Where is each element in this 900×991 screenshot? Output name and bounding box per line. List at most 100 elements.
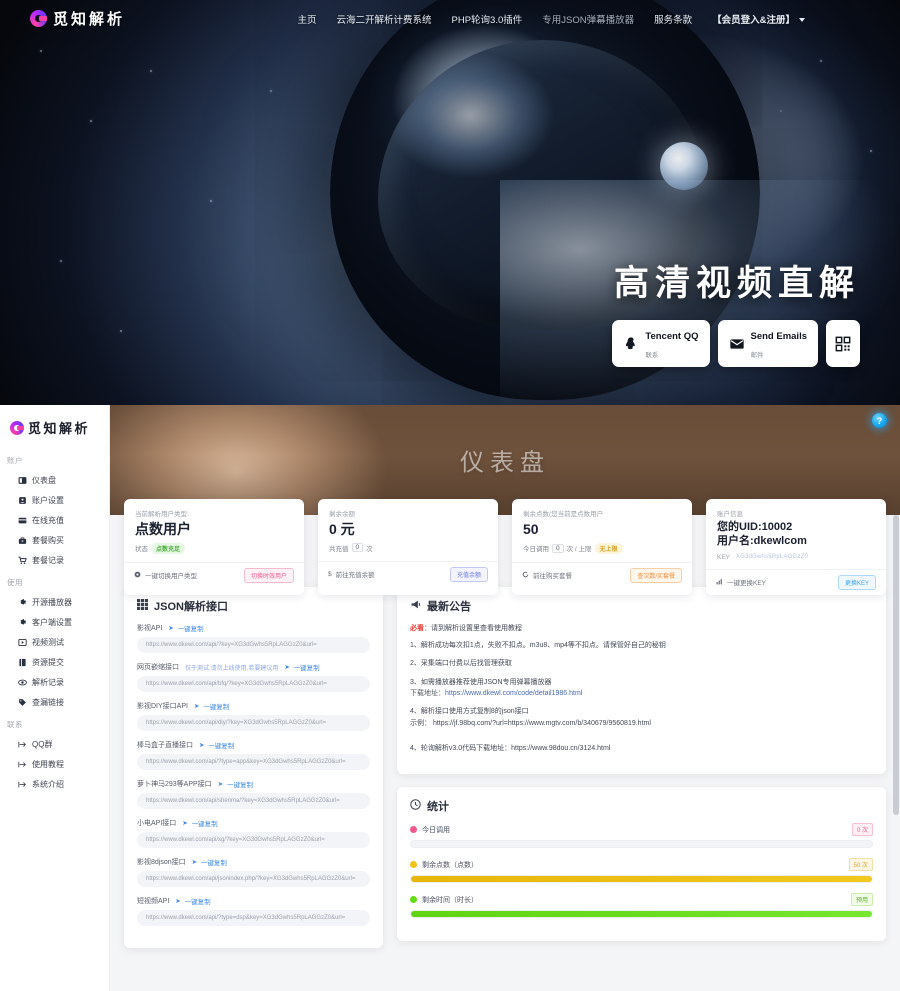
card-balance-body: 剩余余额 0 元 共充值 0 次 (318, 499, 498, 561)
change-key-button[interactable]: 更换KEY (837, 574, 876, 590)
gear-icon (18, 598, 27, 607)
logo-icon (10, 420, 24, 435)
site-brand[interactable]: 觅知解析 (30, 8, 125, 29)
copy-button[interactable]: ➤ 一键复制 (284, 662, 319, 672)
arrow-right-icon (18, 780, 27, 789)
stat-row-remaining-points: 剩余点数（点数） 50 次 (410, 858, 873, 884)
gear-icon (18, 618, 27, 627)
stat-dot-icon (410, 826, 417, 834)
card-foot-left[interactable]: 前往购买套餐 (522, 570, 572, 580)
sidebar-item-account-settings[interactable]: 账户设置 (0, 490, 109, 510)
logo-icon (30, 10, 47, 27)
nav-item-login-register[interactable]: 【会员登入&注册】 (712, 12, 805, 26)
recharge-balance-button[interactable]: 充值余额 (449, 566, 488, 582)
json-panel-body: 影视API ➤ 一键复制 https://www.dkewl.com/api/?… (124, 623, 383, 948)
api-url-field[interactable]: https://www.dkewl.com/api/?type=app&key=… (137, 754, 370, 770)
download-label: 下载地址： (410, 689, 445, 697)
scrollbar-thumb[interactable] (893, 515, 899, 815)
copy-button[interactable]: ➤ 一键复制 (168, 623, 203, 633)
api-url-field[interactable]: https://www.dkewl.com/api/jsonindex.php/… (137, 871, 370, 887)
api-url-field[interactable]: https://www.dkewl.com/api/?type=dsp&key=… (137, 910, 370, 926)
send-emails-text: Send Emails 邮件 (751, 326, 808, 361)
announcement-item: 2、采集端口付费以后找管理获取 (410, 660, 512, 668)
sidebar-item-parse-records[interactable]: 解析记录 (0, 672, 109, 692)
card-account-info-body: 账户信息 您的UID:10002 用户名:dkewlcom KEY XG3dGw… (706, 499, 886, 569)
sidebar-item-dashboard[interactable]: 仪表盘 (0, 470, 109, 490)
copy-button[interactable]: ➤ 一键复制 (192, 857, 227, 867)
stat-name: 剩余时间（时长） (422, 896, 478, 904)
vertical-scrollbar[interactable] (893, 405, 899, 991)
json-api-panel: JSON解析接口 影视API ➤ 一键复制 https://www.dkewl.… (124, 587, 383, 948)
buy-package-button[interactable]: 查次数/买套餐 (630, 567, 682, 583)
sidebar-item-qq-group[interactable]: QQ群 (0, 734, 109, 754)
stat-top: 今日调用 0 次 (410, 823, 873, 837)
card-balance-footer: $ 前往充值余额 充值余额 (318, 560, 498, 587)
mail-icon (729, 336, 745, 352)
nav-login-label: 【会员登入&注册】 (712, 14, 795, 26)
api-name: 网页嵌缩接口 (137, 664, 179, 671)
sidebar-item-client-settings[interactable]: 客户端设置 (0, 612, 109, 632)
sidebar-item-label: 套餐购买 (32, 535, 64, 545)
play-icon (18, 638, 27, 647)
sidebar-item-open-source-player[interactable]: 开源播放器 (0, 592, 109, 612)
copy-label: 一键复制 (191, 821, 218, 828)
copy-button[interactable]: ➤ 一键复制 (218, 779, 253, 789)
card-label: 账户信息 (717, 511, 743, 518)
sidebar-item-resource-submit[interactable]: 资源提交 (0, 652, 109, 672)
stat-bar-track (410, 840, 873, 849)
sidebar-item-check-link[interactable]: 查漏链接 (0, 692, 109, 712)
api-row: 影视DIY接口API ➤ 一键复制 https://www.dkewl.com/… (137, 701, 370, 731)
sidebar-item-video-test[interactable]: 视频测试 (0, 632, 109, 652)
today-calls: 0 (552, 543, 564, 553)
copy-button[interactable]: ➤ 一键复制 (175, 896, 210, 906)
nav-item-php-plugin[interactable]: PHP轮询3.0插件 (452, 12, 523, 26)
stat-row-today-calls: 今日调用 0 次 (410, 823, 873, 849)
statistics-header: 统计 (397, 787, 886, 823)
api-url-field[interactable]: https://www.dkewl.com/api/bfq/?key=XG3dG… (137, 676, 370, 692)
stat-row-remaining-time: 剩余时间（时长） 预用 (410, 893, 873, 919)
tencent-qq-subtitle: 联系 (645, 351, 659, 359)
sidebar-item-package-purchase[interactable]: 套餐购买 (0, 530, 109, 550)
nav-item-json-player[interactable]: 专用JSON弹幕播放器 (542, 12, 634, 26)
user-card-icon (18, 496, 27, 505)
sidebar-brand[interactable]: 觅知解析 (0, 415, 109, 448)
api-label-row: 影视8djson接口 ➤ 一键复制 (137, 857, 370, 867)
api-row: 短视频API ➤ 一键复制 https://www.dkewl.com/api/… (137, 896, 370, 926)
copy-button[interactable]: ➤ 一键复制 (182, 818, 217, 828)
switch-user-type-button[interactable]: 切换时效用户 (243, 567, 294, 583)
clock-icon (410, 799, 421, 813)
card-sub-prefix: 今日调用 (523, 546, 549, 553)
card-foot-left[interactable]: 一键更换KEY (716, 577, 766, 587)
hero-copy: 高清视频直解 Tencent QQ 联系 Send Emails 邮件 (612, 255, 860, 367)
sidebar-item-package-records[interactable]: 套餐记录 (0, 550, 109, 570)
api-url-field[interactable]: https://www.dkewl.com/api/shenma/?key=XG… (137, 793, 370, 809)
api-url-field[interactable]: https://www.dkewl.com/api/diy/?key=XG3dG… (137, 715, 370, 731)
announcement-item-sub: 下载地址：https://www.dkewl.com/code/detail19… (410, 688, 873, 699)
announcement-item: 3、如需播放器推荐使用JSON专用弹幕播放器 下载地址：https://www.… (410, 677, 873, 700)
stat-badge: 预用 (850, 893, 873, 907)
sidebar-item-usage-tutorial[interactable]: 使用教程 (0, 754, 109, 774)
card-foot-left[interactable]: 一键切换用户类型 (134, 570, 197, 580)
api-url-field[interactable]: https://www.dkewl.com/api/xg/?key=XG3dGw… (137, 832, 370, 848)
nav-item-billing-system[interactable]: 云海二开解析计费系统 (337, 12, 432, 26)
stat-badge: 50 次 (848, 858, 873, 872)
stat-name: 剩余点数（点数） (422, 861, 478, 869)
download-link[interactable]: https://www.dkewl.com/code/detail1986.ht… (445, 690, 582, 697)
card-foot-left[interactable]: $ 前往充值余额 (328, 569, 375, 580)
qrcode-button[interactable] (826, 320, 860, 367)
chevron-down-icon (799, 17, 805, 22)
nav-item-terms[interactable]: 服务条款 (654, 12, 692, 26)
api-url-field[interactable]: https://www.dkewl.com/api/?key=XG3dGwhs5… (137, 637, 370, 653)
send-emails-button[interactable]: Send Emails 邮件 (717, 320, 818, 367)
tencent-qq-button[interactable]: Tencent QQ 联系 (612, 320, 710, 367)
api-name: 萝卜神马293等APP接口 (137, 781, 212, 788)
copy-button[interactable]: ➤ 一键复制 (199, 740, 234, 750)
copy-button[interactable]: ➤ 一键复制 (194, 701, 229, 711)
sidebar-item-online-recharge[interactable]: 在线充值 (0, 510, 109, 530)
status-badge: 点数充足 (151, 542, 186, 554)
panels-row: JSON解析接口 影视API ➤ 一键复制 https://www.dkewl.… (110, 587, 900, 991)
announcement-item-text: 4、解析接口使用方式复制8的json接口 (410, 708, 529, 716)
nav-item-home[interactable]: 主页 (297, 12, 316, 26)
help-icon[interactable]: ? (872, 413, 887, 428)
sidebar-item-system-intro[interactable]: 系统介绍 (0, 774, 109, 794)
